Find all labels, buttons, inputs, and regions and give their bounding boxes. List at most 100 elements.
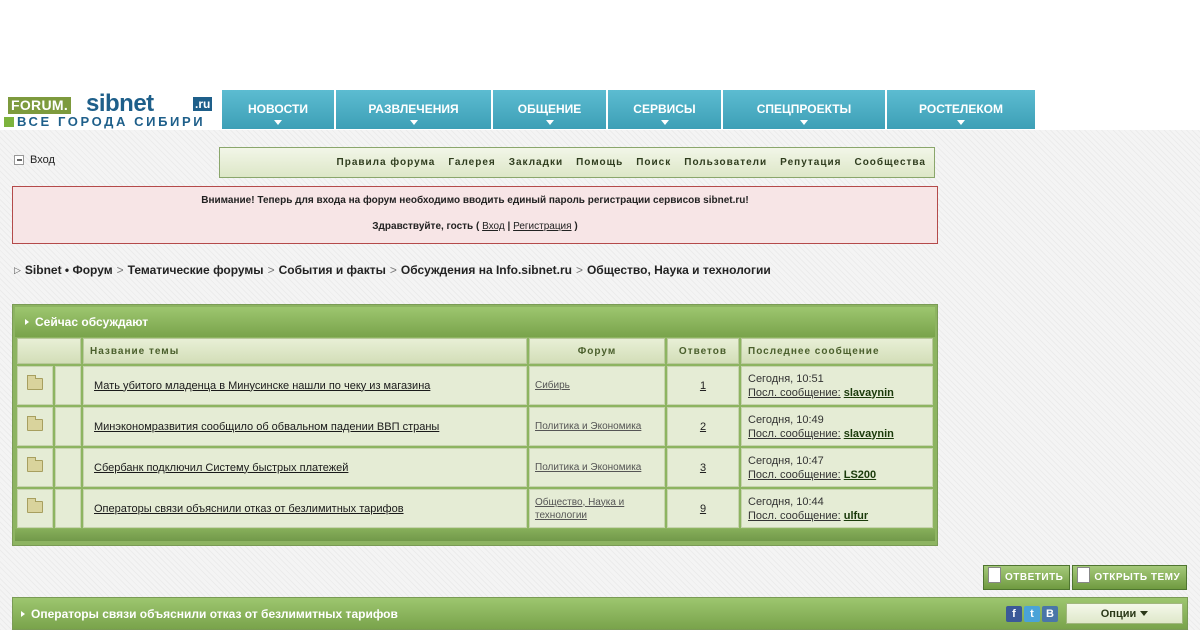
chevron-down-icon — [800, 120, 808, 125]
options-button[interactable]: Опции — [1066, 603, 1183, 624]
notice-register-link[interactable]: Регистрация — [513, 221, 571, 232]
forum-cell: Политика и Экономика — [529, 448, 665, 487]
breadcrumb-item[interactable]: Тематические форумы — [128, 263, 264, 277]
link-bookmarks[interactable]: Закладки — [509, 157, 563, 168]
nav-rostelecom[interactable]: РОСТЕЛЕКОМ — [887, 90, 1035, 129]
new-topic-doc-icon — [1077, 566, 1091, 583]
nav-communication[interactable]: ОБЩЕНИЕ — [493, 90, 606, 129]
link-reputation[interactable]: Репутация — [780, 157, 841, 168]
discussed-title-bar: Сейчас обсуждают — [15, 307, 935, 337]
topic-cell: Сбербанк подключил Систему быстрых плате… — [83, 448, 527, 487]
row-icon-cell — [17, 489, 53, 528]
last-post-cell: Сегодня, 10:44 Посл. сообщение: ulfur — [741, 489, 933, 528]
new-topic-label: ОТКРЫТЬ ТЕМУ — [1094, 572, 1181, 583]
header-forum: Форум — [529, 338, 665, 364]
chevron-down-icon — [409, 120, 418, 125]
facebook-icon[interactable]: f — [1006, 605, 1022, 622]
thread-title-bar: Операторы связи объяснили отказ от безли… — [12, 597, 1188, 630]
topic-actions: ОТВЕТИТЬ ОТКРЫТЬ ТЕМУ — [983, 565, 1189, 590]
login-link[interactable]: Вход — [14, 154, 55, 166]
last-post-cell: Сегодня, 10:47 Посл. сообщение: LS200 — [741, 448, 933, 487]
notice-message: Внимание! Теперь для входа на форум необ… — [201, 195, 749, 206]
topic-link[interactable]: Операторы связи объяснили отказ от безли… — [94, 503, 404, 515]
nav-news[interactable]: НОВОСТИ — [222, 90, 334, 129]
login-icon — [14, 155, 24, 165]
topic-link[interactable]: Минэкономразвития сообщило об обвальном … — [94, 421, 439, 433]
reply-button[interactable]: ОТВЕТИТЬ — [983, 565, 1071, 590]
forum-link[interactable]: Политика и Экономика — [535, 462, 641, 473]
breadcrumb-item[interactable]: Sibnet • Форум — [25, 263, 113, 277]
topic-cell: Мать убитого младенца в Минусинске нашли… — [83, 366, 527, 405]
forum-sibnet-logo[interactable]: FORUM. sibnet .ru ВСЕ ГОРОДА СИБИРИ — [4, 91, 218, 130]
last-post-label[interactable]: Посл. сообщение: — [748, 387, 841, 399]
replies-link[interactable]: 3 — [700, 462, 706, 474]
new-topic-button[interactable]: ОТКРЫТЬ ТЕМУ — [1072, 565, 1188, 590]
forum-top-links: Правила форума Галерея Закладки Помощь П… — [219, 147, 935, 178]
folder-icon — [27, 457, 43, 472]
twitter-icon[interactable]: t — [1024, 605, 1040, 622]
forum-cell: Общество, Наука и технологии — [529, 489, 665, 528]
topic-link[interactable]: Мать убитого младенца в Минусинске нашли… — [94, 380, 430, 392]
breadcrumb-item[interactable]: События и факты — [279, 263, 386, 277]
forum-cell: Сибирь — [529, 366, 665, 405]
forum-link[interactable]: Общество, Наука и технологии — [535, 497, 624, 521]
breadcrumb-item-current[interactable]: Общество, Наука и технологии — [587, 263, 771, 277]
row-icon-cell — [17, 366, 53, 405]
last-post-label[interactable]: Посл. сообщение: — [748, 510, 841, 522]
breadcrumb-separator: > — [575, 263, 583, 277]
chevron-down-icon — [274, 120, 282, 125]
vkontakte-icon[interactable]: В — [1042, 605, 1058, 622]
nav-services[interactable]: СЕРВИСЫ — [608, 90, 721, 129]
breadcrumb-separator: > — [267, 263, 275, 277]
nav-label: СПЕЦПРОЕКТЫ — [756, 102, 852, 116]
forum-link[interactable]: Политика и Экономика — [535, 421, 641, 432]
last-post-time: Сегодня, 10:47 — [748, 454, 824, 467]
replies-link[interactable]: 1 — [700, 380, 706, 392]
row-icon-cell — [17, 407, 53, 446]
header-replies: Ответов — [667, 338, 739, 364]
paren-open: ( — [475, 221, 480, 232]
header-icon-col — [17, 338, 81, 364]
breadcrumb-arrow-icon: ▷ — [14, 264, 21, 275]
guest-greeting-line: Здравствуйте, гость ( Вход | Регистрация… — [13, 221, 937, 232]
guest-greeting: Здравствуйте, гость — [372, 221, 474, 232]
nav-entertainment[interactable]: РАЗВЛЕЧЕНИЯ — [336, 90, 491, 129]
topic-link[interactable]: Сбербанк подключил Систему быстрых плате… — [94, 462, 348, 474]
social-share: f t В — [1004, 605, 1058, 622]
breadcrumb-item[interactable]: Обсуждения на Info.sibnet.ru — [401, 263, 572, 277]
table-row: Операторы связи объяснили отказ от безли… — [17, 489, 933, 528]
link-help[interactable]: Помощь — [576, 157, 623, 168]
replies-cell: 2 — [667, 407, 739, 446]
replies-link[interactable]: 9 — [700, 503, 706, 515]
link-gallery[interactable]: Галерея — [448, 157, 495, 168]
forum-cell: Политика и Экономика — [529, 407, 665, 446]
link-communities[interactable]: Сообщества — [854, 157, 926, 168]
table-header-row: Название темы Форум Ответов Последнее со… — [17, 338, 933, 364]
ad-banner-area — [0, 0, 1200, 90]
replies-cell: 1 — [667, 366, 739, 405]
arrow-right-icon — [25, 319, 29, 325]
options-label: Опции — [1100, 607, 1137, 620]
last-post-label[interactable]: Посл. сообщение: — [748, 428, 841, 440]
last-post-user[interactable]: slavaynin — [844, 428, 894, 440]
link-users[interactable]: Пользователи — [684, 157, 767, 168]
last-post-user[interactable]: LS200 — [844, 469, 876, 481]
table-row: Минэкономразвития сообщило об обвальном … — [17, 407, 933, 446]
site-header: FORUM. sibnet .ru ВСЕ ГОРОДА СИБИРИ НОВО… — [0, 90, 1200, 130]
row-blank-cell — [55, 407, 81, 446]
topic-cell: Минэкономразвития сообщило об обвальном … — [83, 407, 527, 446]
last-post-label[interactable]: Посл. сообщение: — [748, 469, 841, 481]
link-forum-rules[interactable]: Правила форума — [337, 157, 436, 168]
forum-link[interactable]: Сибирь — [535, 380, 570, 391]
replies-link[interactable]: 2 — [700, 421, 706, 433]
logo-forum-label: FORUM. — [8, 97, 72, 114]
last-post-user[interactable]: slavaynin — [844, 387, 894, 399]
nav-specprojects[interactable]: СПЕЦПРОЕКТЫ — [723, 90, 885, 129]
row-blank-cell — [55, 366, 81, 405]
nav-label: СЕРВИСЫ — [633, 102, 696, 116]
table-row: Сбербанк подключил Систему быстрых плате… — [17, 448, 933, 487]
last-post-user[interactable]: ulfur — [844, 510, 868, 522]
folder-icon — [27, 375, 43, 390]
link-search[interactable]: Поиск — [636, 157, 671, 168]
notice-login-link[interactable]: Вход — [482, 221, 505, 232]
